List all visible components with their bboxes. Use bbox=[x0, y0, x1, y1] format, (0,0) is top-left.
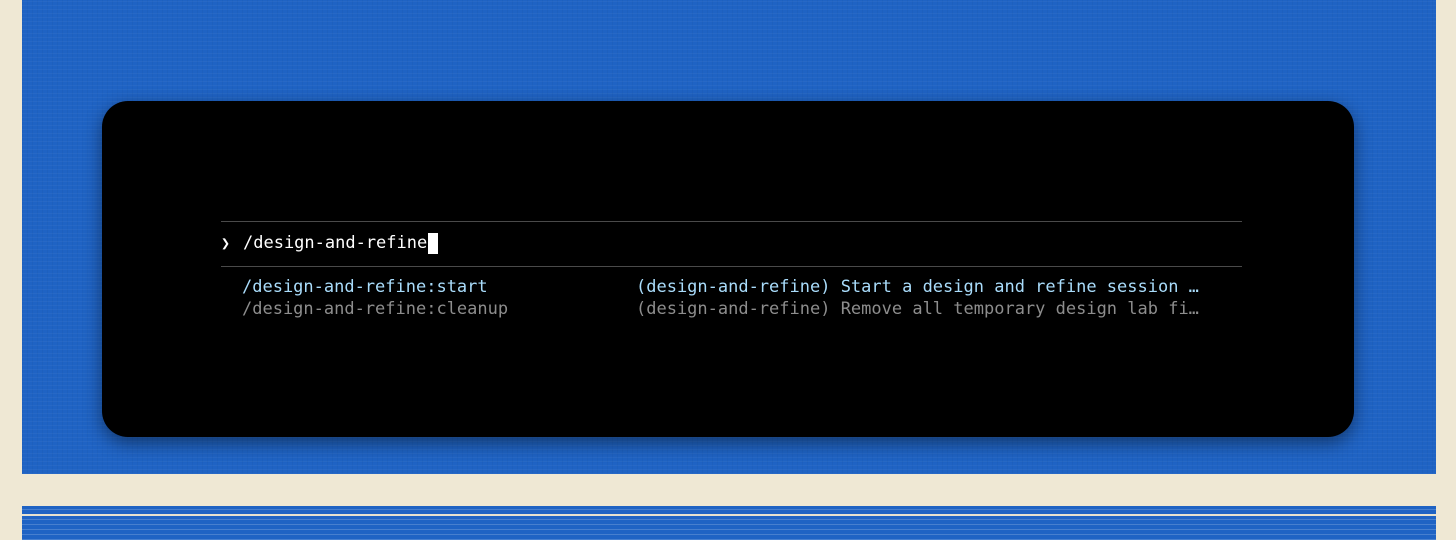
paper-margin-right bbox=[1436, 0, 1456, 540]
suggestion-command: /design-and-refine:start bbox=[242, 277, 488, 297]
command-input-row[interactable]: ❯ /design-and-refine bbox=[221, 231, 439, 255]
input-top-divider bbox=[221, 221, 1242, 222]
command-suggestion-list: /design-and-refine:start (design-and-ref… bbox=[242, 276, 1232, 320]
suggestion-item-start[interactable]: /design-and-refine:start (design-and-ref… bbox=[242, 276, 1232, 298]
suggestion-command: /design-and-refine:cleanup bbox=[242, 299, 509, 319]
suggestion-item-cleanup[interactable]: /design-and-refine:cleanup (design-and-r… bbox=[242, 298, 1232, 320]
terminal-window[interactable]: ❯ /design-and-refine /design-and-refine:… bbox=[102, 101, 1354, 437]
cream-divider bbox=[0, 474, 1456, 506]
lower-panel-rule bbox=[22, 514, 1436, 516]
suggestion-description: (design-and-refine) Start a design and r… bbox=[636, 277, 1199, 297]
command-input[interactable]: /design-and-refine bbox=[243, 233, 427, 253]
paper-margin-left bbox=[0, 0, 22, 540]
blue-print-lower-panel bbox=[22, 506, 1436, 540]
text-cursor bbox=[428, 232, 439, 254]
prompt-chevron-icon: ❯ bbox=[221, 234, 231, 252]
suggestion-description: (design-and-refine) Remove all temporary… bbox=[636, 299, 1199, 319]
input-bottom-divider bbox=[221, 266, 1242, 267]
